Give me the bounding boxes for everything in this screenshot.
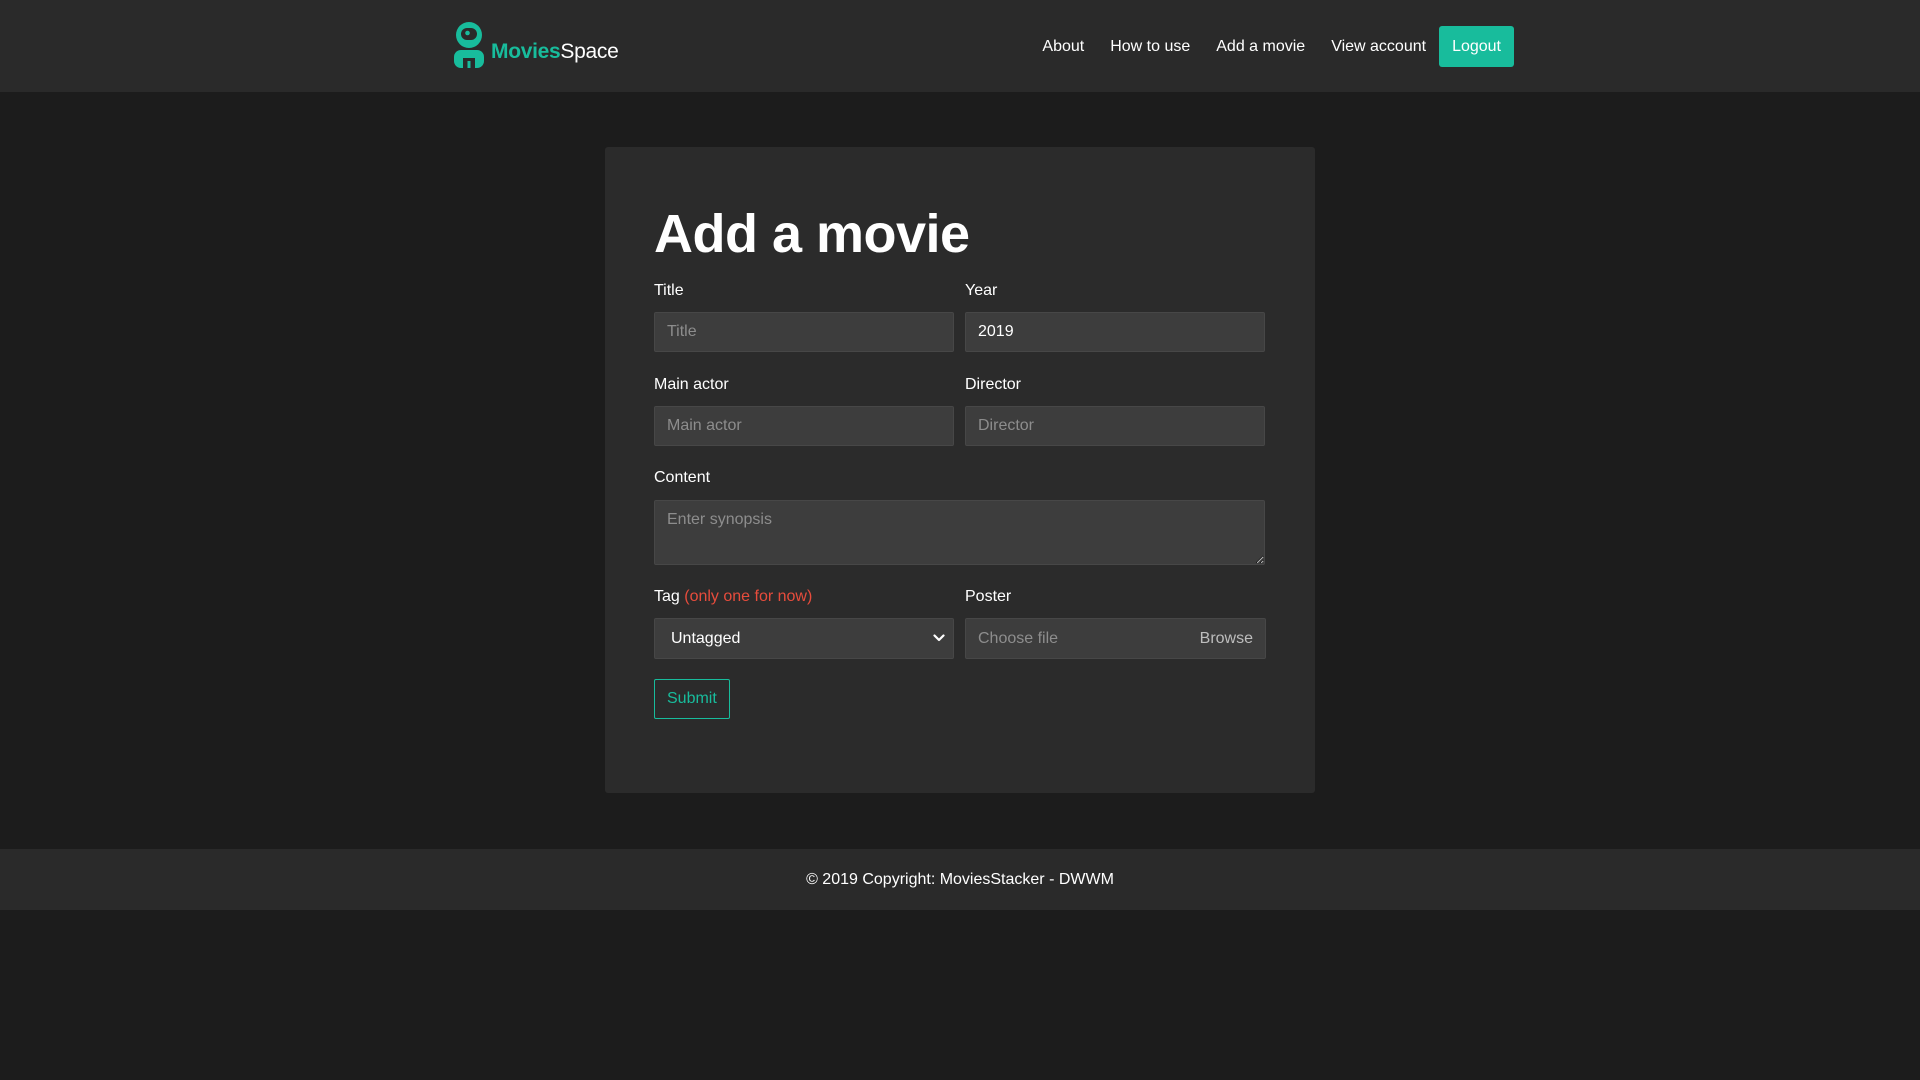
nav-link-about[interactable]: About [1042,38,1084,56]
footer: © 2019 Copyright: MoviesStacker - DWWM [0,849,1920,910]
tag-label-row: Tag (only one for now) [654,589,812,605]
navbar: MoviesSpace About How to use Add a movie… [0,0,1920,92]
tag-select[interactable]: Untagged [654,618,954,659]
nav-link-add-movie[interactable]: Add a movie [1216,38,1305,56]
poster-label: Poster [965,588,1012,605]
main-actor-label: Main actor [654,376,729,393]
nav-link-how-to-use[interactable]: How to use [1110,38,1190,56]
poster-file-placeholder: Choose file [978,630,1059,647]
nav-link-view-account[interactable]: View account [1331,38,1426,56]
tag-note: (only one for now) [684,588,813,605]
main-actor-input[interactable] [654,406,954,446]
add-movie-card: Add a movie Title Year Main actor Direct… [605,147,1315,793]
year-input[interactable] [965,312,1265,352]
year-label: Year [965,282,998,299]
tag-label: Tag [654,588,680,605]
title-input[interactable] [654,312,954,352]
content-textarea[interactable] [654,500,1265,565]
brand-name-light: Space [560,40,619,63]
brand-name-bold: Movies [491,40,561,63]
footer-copyright: © 2019 Copyright: MoviesStacker - DWWM [806,870,1114,888]
main-nav: About How to use Add a movie View accoun… [1042,26,1514,67]
astronaut-logo-icon [454,22,484,68]
brand-name: MoviesSpace [491,40,619,68]
submit-button[interactable]: Submit [654,679,730,719]
poster-file-input[interactable]: Choose file Browse [965,618,1266,659]
brand-logo-link[interactable]: MoviesSpace [452,22,619,68]
logout-button[interactable]: Logout [1439,26,1514,67]
tag-selected-value: Untagged [671,630,741,647]
title-label: Title [654,282,684,299]
director-label: Director [965,376,1022,393]
director-input[interactable] [965,406,1265,446]
page-title: Add a movie [654,204,970,264]
content-label: Content [654,469,711,486]
poster-browse-button[interactable]: Browse [1200,631,1253,647]
chevron-down-icon [933,634,945,642]
